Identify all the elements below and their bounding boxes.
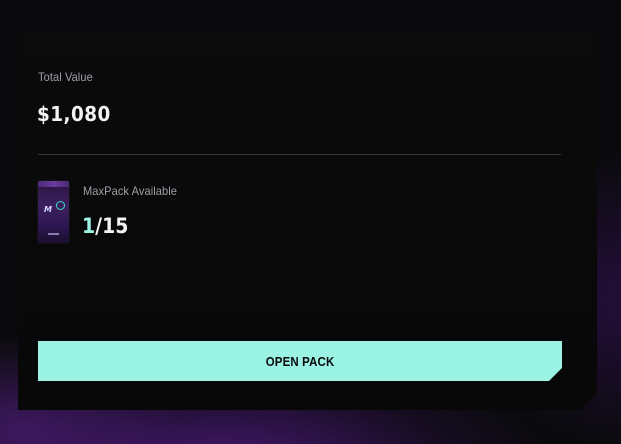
open-pack-button-label: OPEN PACK: [265, 353, 335, 369]
divider: [38, 154, 561, 155]
pack-foot-mark: [48, 233, 59, 235]
pack-summary-card: Total Value $1,080 M MaxPack Available 1…: [18, 33, 597, 410]
pack-logo: M: [44, 203, 62, 217]
pack-count-total: 15: [102, 214, 129, 238]
pack-count-current: 1: [82, 214, 96, 238]
pack-top-stripe: [38, 181, 69, 187]
total-value-label: Total Value: [38, 70, 93, 84]
maxpack-icon: M: [38, 181, 69, 243]
total-value-amount: $1,080: [37, 102, 111, 126]
pack-logo-ring: [56, 201, 65, 210]
pack-count: 1/15: [82, 214, 128, 238]
pack-available-label: MaxPack Available: [83, 184, 178, 198]
open-pack-button[interactable]: OPEN PACK: [38, 341, 562, 381]
